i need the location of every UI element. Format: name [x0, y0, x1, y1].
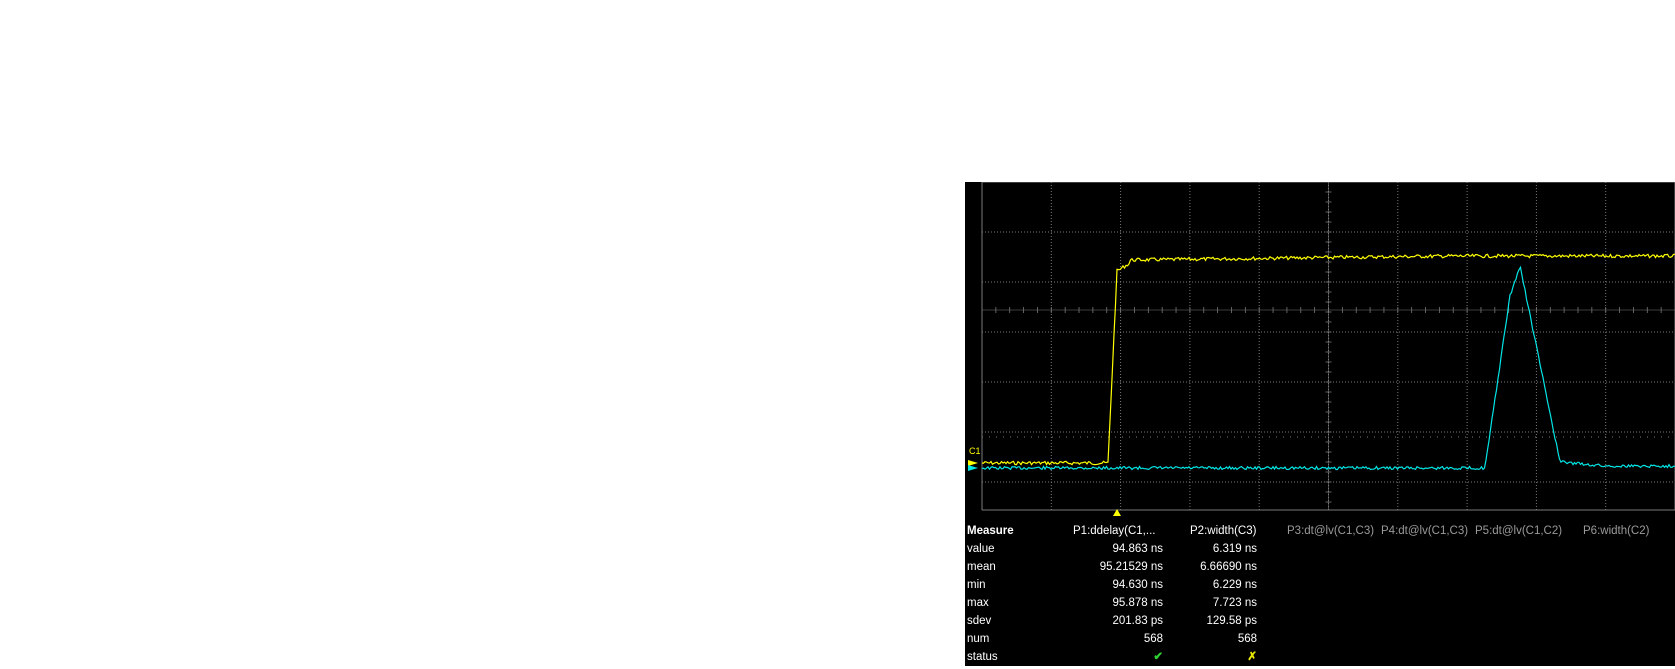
column-p2[interactable]: P2:width(C3) [1190, 522, 1256, 540]
p1-value: 95.21529 ns [1099, 561, 1163, 573]
row-label: min [967, 579, 986, 591]
channel-label-c1: C1 [969, 446, 981, 456]
p1-value: 201.83 ps [1112, 615, 1163, 627]
row-label: max [967, 597, 989, 609]
p2-value: 7.723 ns [1212, 597, 1257, 609]
oscilloscope-panel: C1 Measure P1:ddelay(C1,... P2:width(C3)… [965, 182, 1675, 666]
row-label: num [967, 633, 990, 645]
row-label: mean [967, 561, 996, 573]
p1-value: 94.863 ns [1112, 543, 1163, 555]
p2-value: 6.319 ns [1212, 543, 1257, 555]
row-label: status [967, 651, 998, 663]
p2-value: 6.66690 ns [1200, 561, 1257, 573]
column-p1[interactable]: P1:ddelay(C1,... [1073, 522, 1155, 540]
waveform-display: C1 [968, 182, 1675, 516]
p2-value: 129.58 ps [1206, 615, 1257, 627]
measure-row-max: max 95.878 ns 7.723 ns [965, 594, 1675, 612]
measure-row-status: status ✔ ✗ [965, 648, 1675, 666]
column-p6[interactable]: P6:width(C2) [1583, 522, 1649, 540]
measure-row-value: value 94.863 ns 6.319 ns [965, 540, 1675, 558]
row-label: sdev [967, 615, 992, 627]
p2-value: 6.229 ns [1212, 579, 1257, 591]
measure-row-sdev: sdev 201.83 ps 129.58 ps [965, 612, 1675, 630]
status-ok-icon: ✔ [1153, 651, 1163, 663]
measure-row-num: num 568 568 [965, 630, 1675, 648]
measure-header: Measure [967, 525, 1014, 537]
row-label: value [967, 543, 995, 555]
status-warning-icon: ✗ [1247, 651, 1257, 663]
column-p5[interactable]: P5:dt@lv(C1,C2) [1475, 522, 1562, 540]
column-p4[interactable]: P4:dt@lv(C1,C3) [1381, 522, 1468, 540]
c1-offset-marker [968, 460, 978, 466]
p1-value: 95.878 ns [1112, 597, 1163, 609]
measure-row-min: min 94.630 ns 6.229 ns [965, 576, 1675, 594]
measure-table: Measure P1:ddelay(C1,... P2:width(C3) P3… [965, 522, 1675, 666]
p1-value: 94.630 ns [1112, 579, 1163, 591]
p2-value: 568 [1237, 633, 1257, 645]
column-p3[interactable]: P3:dt@lv(C1,C3) [1287, 522, 1374, 540]
c3-offset-marker [968, 465, 978, 471]
measure-row-mean: mean 95.21529 ns 6.66690 ns [965, 558, 1675, 576]
measure-header-row: Measure P1:ddelay(C1,... P2:width(C3) P3… [965, 522, 1675, 540]
p1-value: 568 [1143, 633, 1163, 645]
